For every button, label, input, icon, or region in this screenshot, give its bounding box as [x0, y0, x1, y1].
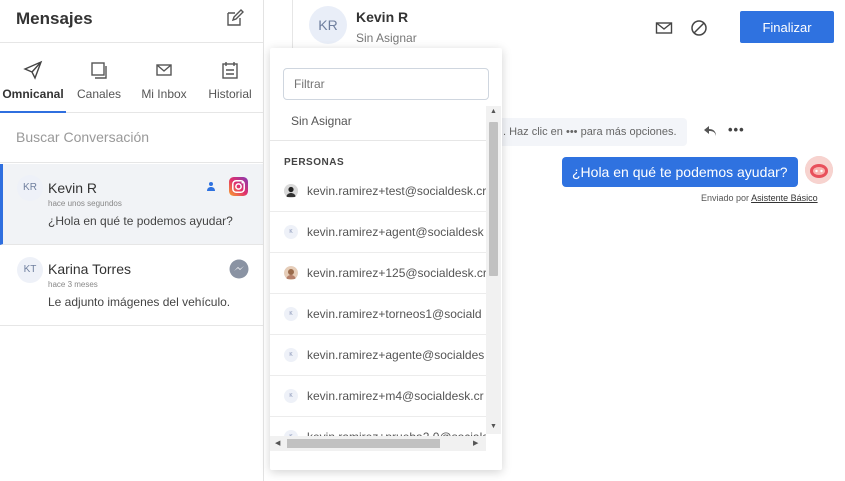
bot-avatar	[805, 156, 833, 184]
finalize-button[interactable]: Finalizar	[740, 11, 834, 43]
conversation-time: hace 3 meses	[48, 280, 98, 289]
option-unassigned[interactable]: Sin Asignar	[291, 114, 352, 128]
sent-by-prefix: Enviado por	[701, 193, 750, 203]
person-option[interactable]: K kevin.ramirez+agente@socialdes	[270, 335, 486, 376]
conversation-preview: ¿Hola en qué te podemos ayudar?	[48, 214, 233, 228]
sent-by: Enviado por Asistente Básico	[701, 193, 818, 203]
scroll-down-icon[interactable]: ▼	[490, 423, 497, 430]
instagram-icon	[229, 177, 248, 196]
send-icon	[23, 60, 43, 80]
scroll-right-icon[interactable]: ▶	[473, 439, 478, 447]
avatar: KR	[17, 175, 43, 201]
message-bubble: ¿Hola en qué te podemos ayudar?	[562, 157, 798, 187]
conversation-sidebar: Mensajes Omnicanal Canales Mi Inbox Hist…	[0, 0, 264, 481]
sidebar-header: Mensajes	[0, 0, 263, 43]
person-email: kevin.ramirez+125@socialdesk.cr	[307, 266, 486, 280]
person-email: kevin.ramirez+agente@socialdes	[307, 348, 485, 362]
assign-user-icon	[207, 182, 215, 191]
person-avatar: K	[284, 389, 298, 403]
search-conversation[interactable]: Buscar Conversación	[0, 113, 263, 163]
channel-tabs: Omnicanal Canales Mi Inbox Historial	[0, 43, 263, 113]
person-avatar: K	[284, 225, 298, 239]
person-option[interactable]: kevin.ramirez+test@socialdesk.cr	[270, 171, 486, 212]
scroll-thumb[interactable]	[489, 122, 498, 276]
search-placeholder: Buscar Conversación	[16, 129, 150, 145]
tab-omnicanal[interactable]: Omnicanal	[0, 43, 66, 113]
scroll-thumb[interactable]	[287, 439, 440, 448]
person-avatar: K	[284, 348, 298, 362]
horizontal-scrollbar[interactable]: ◀ ▶	[270, 436, 486, 451]
contact-name: Kevin R	[356, 9, 409, 25]
section-title: PERSONAS	[284, 157, 345, 168]
assignee-label[interactable]: Sin Asignar	[356, 31, 417, 45]
person-option[interactable]: K kevin.ramirez+agent@socialdesk	[270, 212, 486, 253]
tab-label: Omnicanal	[2, 87, 64, 101]
tab-label: Mi Inbox	[141, 87, 187, 101]
people-list: kevin.ramirez+test@socialdesk.cr K kevin…	[270, 171, 486, 441]
tab-historial[interactable]: Historial	[200, 43, 260, 113]
person-photo	[284, 266, 298, 280]
conversation-item[interactable]: KR Kevin R hace unos segundos ¿Hola en q…	[0, 164, 263, 245]
person-photo	[284, 184, 298, 198]
conversation-preview: Le adjunto imágenes del vehículo.	[48, 295, 231, 309]
conversation-name: Kevin R	[48, 180, 98, 196]
mail-icon[interactable]	[655, 19, 673, 37]
divider	[270, 140, 486, 141]
tab-label: Canales	[76, 87, 122, 101]
person-option[interactable]: K kevin.ramirez+torneos1@sociald	[270, 294, 486, 335]
conversation-name: Karina Torres	[48, 261, 132, 277]
mail-icon	[156, 64, 172, 76]
copy-icon	[91, 62, 107, 79]
person-email: kevin.ramirez+agent@socialdesk	[307, 225, 484, 239]
conversation-time: hace unos segundos	[48, 199, 122, 208]
sidebar-title: Mensajes	[16, 9, 93, 28]
chat-header: KR Kevin R Sin Asignar Finalizar	[292, 0, 845, 53]
compose-icon[interactable]	[225, 8, 245, 28]
tab-label: Historial	[208, 87, 252, 101]
person-email: kevin.ramirez+m4@socialdesk.cr	[307, 389, 484, 403]
filter-input[interactable]	[283, 68, 489, 100]
person-avatar: K	[284, 307, 298, 321]
messenger-icon	[229, 259, 249, 279]
person-option[interactable]: kevin.ramirez+125@socialdesk.cr	[270, 253, 486, 294]
person-email: kevin.ramirez+torneos1@sociald	[307, 307, 482, 321]
person-option[interactable]: K kevin.ramirez+m4@socialdesk.cr	[270, 376, 486, 417]
sent-by-link[interactable]: Asistente Básico	[751, 193, 818, 203]
help-hint: . Haz clic en ••• para más opciones.	[497, 118, 687, 146]
vertical-scrollbar[interactable]: ▲ ▼	[486, 106, 501, 434]
avatar: KT	[17, 257, 43, 283]
reply-icon[interactable]	[703, 124, 717, 138]
person-email: kevin.ramirez+test@socialdesk.cr	[307, 184, 486, 198]
contact-avatar: KR	[309, 6, 347, 44]
calendar-icon	[222, 62, 238, 79]
conversation-item[interactable]: KT Karina Torres hace 3 meses Le adjunto…	[0, 245, 263, 326]
block-icon[interactable]	[690, 19, 708, 37]
tab-canales[interactable]: Canales	[68, 43, 130, 113]
robot-icon	[805, 156, 833, 184]
scroll-up-icon[interactable]: ▲	[490, 108, 497, 115]
tab-mi-inbox[interactable]: Mi Inbox	[133, 43, 195, 113]
scroll-left-icon[interactable]: ◀	[275, 439, 280, 447]
more-options-icon[interactable]: •••	[728, 122, 745, 137]
assignee-dropdown: Sin Asignar PERSONAS kevin.ramirez+test@…	[270, 48, 502, 470]
